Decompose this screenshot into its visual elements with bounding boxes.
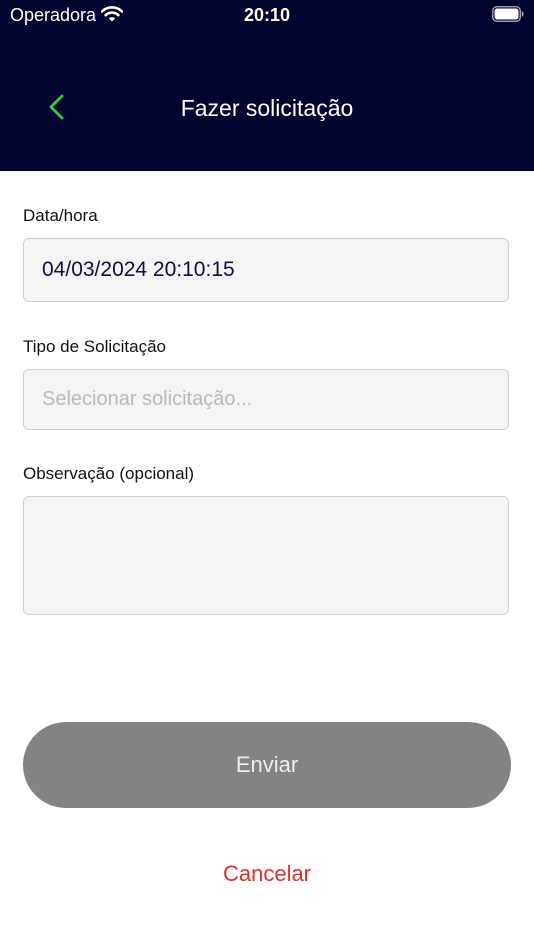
observation-label: Observação (opcional) xyxy=(23,464,195,483)
app-header: Operadora 20:10 Fazer solicitação xyxy=(0,0,534,171)
datetime-label: Data/hora xyxy=(23,206,98,225)
observation-textarea[interactable] xyxy=(23,496,509,615)
battery-icon xyxy=(492,6,524,22)
navigation-bar: Fazer solicitação xyxy=(0,70,534,146)
page-title: Fazer solicitação xyxy=(180,95,354,121)
cancel-button[interactable]: Cancelar xyxy=(0,860,534,888)
status-bar: Operadora 20:10 xyxy=(0,0,534,30)
observation-value xyxy=(24,497,508,525)
datetime-field[interactable]: 04/03/2024 20:10:15 xyxy=(23,238,509,302)
send-button[interactable]: Enviar xyxy=(23,722,511,808)
datetime-value: 04/03/2024 20:10:15 xyxy=(42,258,235,281)
request-type-label: Tipo de Solicitação xyxy=(23,337,167,356)
request-type-placeholder: Selecionar solicitação... xyxy=(42,388,253,410)
status-time: 20:10 xyxy=(243,5,291,25)
request-type-select[interactable]: Selecionar solicitação... xyxy=(23,369,509,430)
